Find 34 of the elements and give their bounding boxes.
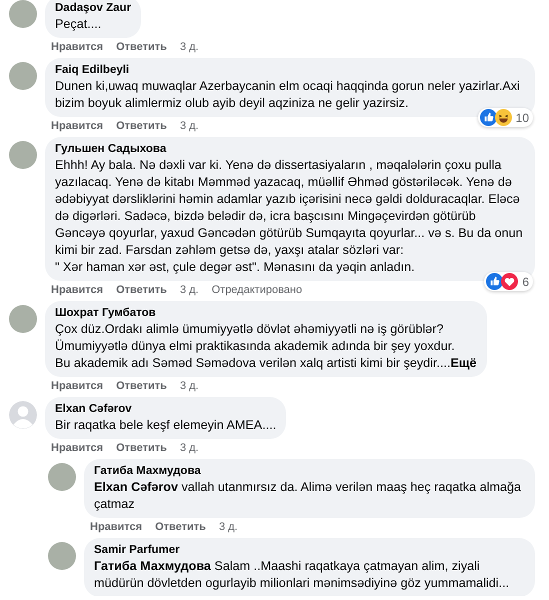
comment-time[interactable]: 3 д. <box>180 41 199 54</box>
comment-action-link[interactable]: Нравится <box>90 521 142 534</box>
comment-time[interactable]: 3 д. <box>180 120 199 133</box>
reaction-badge[interactable]: 10 <box>478 108 533 127</box>
comment-author[interactable]: Samir Parfumer <box>94 543 525 558</box>
comment-action-link[interactable]: Нравится <box>51 380 104 393</box>
comment-action-link[interactable]: Нравится <box>51 120 104 133</box>
comment-time[interactable]: 3 д. <box>180 284 199 297</box>
comment-action-link[interactable]: Ответить <box>116 442 167 455</box>
comment-author[interactable]: Faiq Edilbeyli <box>55 63 525 78</box>
comment-action-link[interactable]: Нравится <box>51 284 104 297</box>
comment-action-link[interactable]: Ответить <box>116 120 167 133</box>
comment-author[interactable]: Шохрат Гумбатов <box>55 306 477 321</box>
comment-text: Ehhh! Ay bala. Nə dəxli var ki. Yenə də dissertasiyaların , məqalələrin çoxu pulla yazılacaq. Yenə də kitabı Məmməd yazacaq, müəllif Əhməd göstəriləcək. Yenə də ədəbiyyat dərsliklərini həmin adamlar yazıb içərisini necə gəldi dolduracaqlar. Eləcə də digərləri. Sadəcə, bizdə belədir də, icra başcısını Mingəçevirdən götürüb Gəncəyə qoyurlar, yaxud Gəncədən götürüb Sumqayıta qoyurlar... və s. Bu da onun kimi bir zad. Farsdan zəhləm getsə də, yaxşı atalar sözləri var: " Xər haman xər əst, çule degər əst". Mənasını da yəqin anladın. <box>55 158 523 274</box>
comment-action-link[interactable]: Нравится <box>51 41 104 54</box>
comment-action-link[interactable]: Ответить <box>116 284 167 297</box>
comment-action-link[interactable]: Нравится <box>51 442 104 455</box>
comment-text: Peçat.... <box>55 17 102 31</box>
comment-author[interactable]: Dadaşov Zaur <box>55 1 132 16</box>
comment-author[interactable]: Гульшен Садыхова <box>55 142 525 157</box>
comment-time[interactable]: 3 д. <box>180 442 199 455</box>
comment-text: Elxan Cəfərov vallah utanmırsız da. Alimə verilən maaş heç raqatka almağa çatmaz <box>94 480 521 511</box>
comment-time[interactable]: 3 д. <box>218 521 238 534</box>
comment-action-link[interactable]: Ответить <box>116 41 167 54</box>
comment-text: Bir raqatka bele keşf elemeyin AMEA.... <box>55 418 276 432</box>
reaction-badge[interactable]: 6 <box>484 272 533 291</box>
comment-action-link[interactable]: Ответить <box>116 380 167 393</box>
comment-action-link[interactable]: Ответить <box>155 521 206 534</box>
comment-text: Dunen ki,uwaq muwaqlar Azerbaycanin elm ocaqi haqqinda gorun neler yazirlar.Axi bizim boyuk alimlermiz olub ayib deyil aqziniza ne gelir yazirsiz. <box>55 79 520 110</box>
comment-text: Гатиба Махмудова Salam ..Maashi raqatkaya çatmayan alim, ziyali müdürün dövletden ogurlayib milionlari mənimsədiyinə göz yummamalidi... <box>94 559 510 590</box>
comment-author[interactable]: Гатиба Махмудова <box>94 464 525 479</box>
comment-time[interactable]: 3 д. <box>180 380 199 393</box>
edited-label: Отредактировано <box>212 284 302 297</box>
comment-author[interactable]: Elxan Cəfərov <box>55 402 276 417</box>
